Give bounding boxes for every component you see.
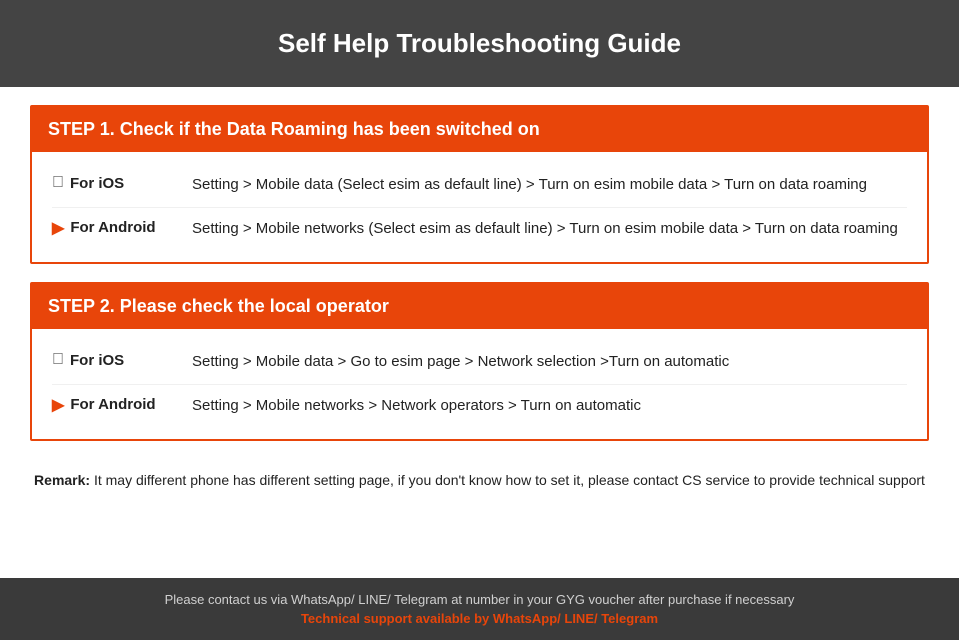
step1-header: STEP 1. Check if the Data Roaming has be…: [32, 107, 927, 152]
step1-ios-text: Setting > Mobile data (Select esim as de…: [192, 174, 907, 197]
step2-block: STEP 2. Please check the local operator …: [30, 282, 929, 441]
step1-android-text: Setting > Mobile networks (Select esim a…: [192, 218, 907, 241]
android-icon-2: ▶: [52, 395, 64, 415]
remark-section: Remark: It may different phone has diffe…: [30, 459, 929, 495]
remark-label: Remark:: [34, 472, 90, 488]
step1-android-label: ▶ For Android: [52, 218, 192, 238]
apple-icon-2: : [52, 351, 64, 369]
remark-body: It may different phone has different set…: [94, 472, 925, 488]
step2-ios-row:  For iOS Setting > Mobile data > Go to …: [52, 341, 907, 385]
step2-android-row: ▶ For Android Setting > Mobile networks …: [52, 385, 907, 428]
step2-android-text: Setting > Mobile networks > Network oper…: [192, 395, 907, 418]
step1-android-row: ▶ For Android Setting > Mobile networks …: [52, 208, 907, 251]
step2-ios-label:  For iOS: [52, 351, 192, 369]
step2-body:  For iOS Setting > Mobile data > Go to …: [32, 329, 927, 439]
apple-icon: : [52, 174, 64, 192]
step1-block: STEP 1. Check if the Data Roaming has be…: [30, 105, 929, 264]
step1-title: STEP 1. Check if the Data Roaming has be…: [48, 119, 911, 140]
page-footer: Please contact us via WhatsApp/ LINE/ Te…: [0, 578, 959, 640]
page-title: Self Help Troubleshooting Guide: [20, 28, 939, 59]
step2-header: STEP 2. Please check the local operator: [32, 284, 927, 329]
step2-title: STEP 2. Please check the local operator: [48, 296, 911, 317]
android-icon: ▶: [52, 218, 64, 238]
step1-ios-label:  For iOS: [52, 174, 192, 192]
step2-android-label: ▶ For Android: [52, 395, 192, 415]
footer-support-text: Technical support available by WhatsApp/…: [20, 611, 939, 626]
main-content: STEP 1. Check if the Data Roaming has be…: [0, 87, 959, 578]
step1-ios-row:  For iOS Setting > Mobile data (Select …: [52, 164, 907, 208]
step2-ios-text: Setting > Mobile data > Go to esim page …: [192, 351, 907, 374]
step1-body:  For iOS Setting > Mobile data (Select …: [32, 152, 927, 262]
footer-main-text: Please contact us via WhatsApp/ LINE/ Te…: [20, 592, 939, 607]
remark-text: Remark: It may different phone has diffe…: [30, 469, 929, 491]
page-header: Self Help Troubleshooting Guide: [0, 0, 959, 87]
